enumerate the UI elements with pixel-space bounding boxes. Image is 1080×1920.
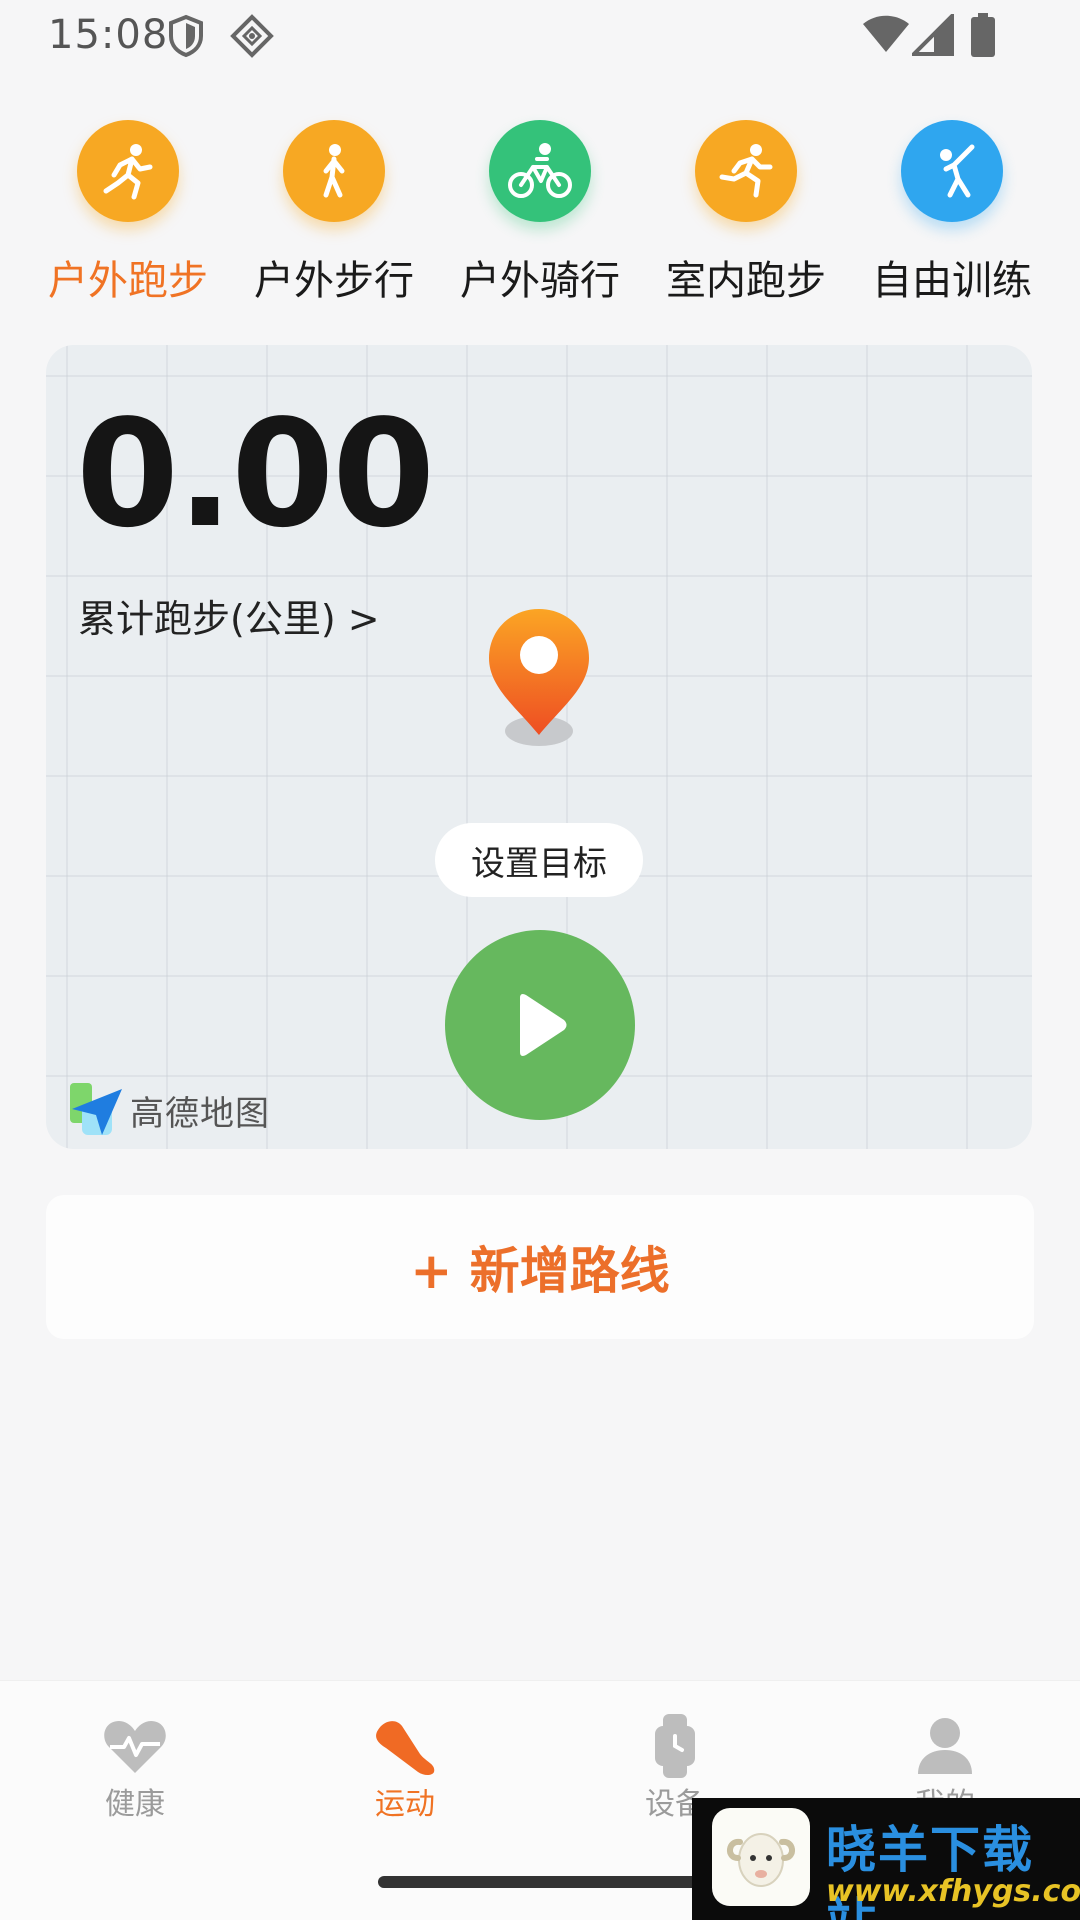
location-pin-icon	[489, 609, 589, 746]
watermark-banner: 晓羊下载站 www.xfhygs.com	[692, 1798, 1080, 1920]
free-training-icon	[901, 120, 1003, 222]
status-time: 15:08	[48, 12, 169, 58]
sport-type-label: 户外跑步	[48, 258, 208, 304]
set-goal-button[interactable]: 设置目标	[435, 823, 643, 897]
amap-arrow-icon	[70, 1083, 122, 1135]
sheep-logo-icon	[712, 1808, 810, 1906]
nav-tab-label: 健康	[105, 1787, 165, 1822]
home-indicator[interactable]	[378, 1876, 702, 1888]
sport-type-label: 自由训练	[872, 258, 1032, 304]
amap-logo: 高德地图	[68, 1081, 270, 1139]
battery-icon	[971, 13, 995, 57]
sport-type-label: 室内跑步	[666, 258, 826, 304]
running-icon	[77, 120, 179, 222]
sport-type-indoor-running[interactable]: 室内跑步	[643, 118, 849, 308]
indoor-running-icon	[695, 120, 797, 222]
nav-tab-health[interactable]: 健康	[0, 1711, 270, 1841]
nav-tab-label: 运动	[375, 1787, 435, 1822]
nav-tab-sport[interactable]: 运动	[270, 1711, 540, 1841]
shoe-icon	[370, 1711, 440, 1781]
map-provider-label: 高德地图	[130, 1093, 270, 1134]
watch-icon	[640, 1711, 710, 1781]
watermark-url: www.xfhygs.com	[826, 1874, 1080, 1909]
sport-type-free-training[interactable]: 自由训练	[849, 118, 1055, 308]
person-icon	[910, 1711, 980, 1781]
total-distance-value: 0.00	[76, 388, 435, 560]
shield-icon	[169, 14, 203, 58]
status-bar: 15:08	[0, 0, 1080, 72]
play-icon	[520, 994, 567, 1056]
add-route-button[interactable]: + 新增路线	[46, 1195, 1034, 1339]
sport-type-selector: 户外跑步 户外步行 户外骑行 室内跑步 自由训练	[0, 118, 1080, 308]
sport-type-outdoor-running[interactable]: 户外跑步	[25, 118, 231, 308]
cellular-signal-icon	[912, 14, 954, 56]
walking-icon	[283, 120, 385, 222]
sport-type-label: 户外步行	[254, 258, 414, 304]
diamond-grid-icon	[230, 14, 274, 58]
start-workout-button[interactable]	[445, 930, 635, 1120]
sport-type-label: 户外骑行	[460, 258, 620, 304]
total-distance-link[interactable]: 累计跑步(公里) >	[78, 588, 380, 643]
sport-type-outdoor-cycling[interactable]: 户外骑行	[437, 118, 643, 308]
sport-type-outdoor-walking[interactable]: 户外步行	[231, 118, 437, 308]
map-card[interactable]: 0.00 累计跑步(公里) > 设置目标 高德地图	[46, 345, 1032, 1149]
wifi-icon	[863, 15, 909, 52]
cycling-icon	[489, 120, 591, 222]
heart-pulse-icon	[100, 1711, 170, 1781]
